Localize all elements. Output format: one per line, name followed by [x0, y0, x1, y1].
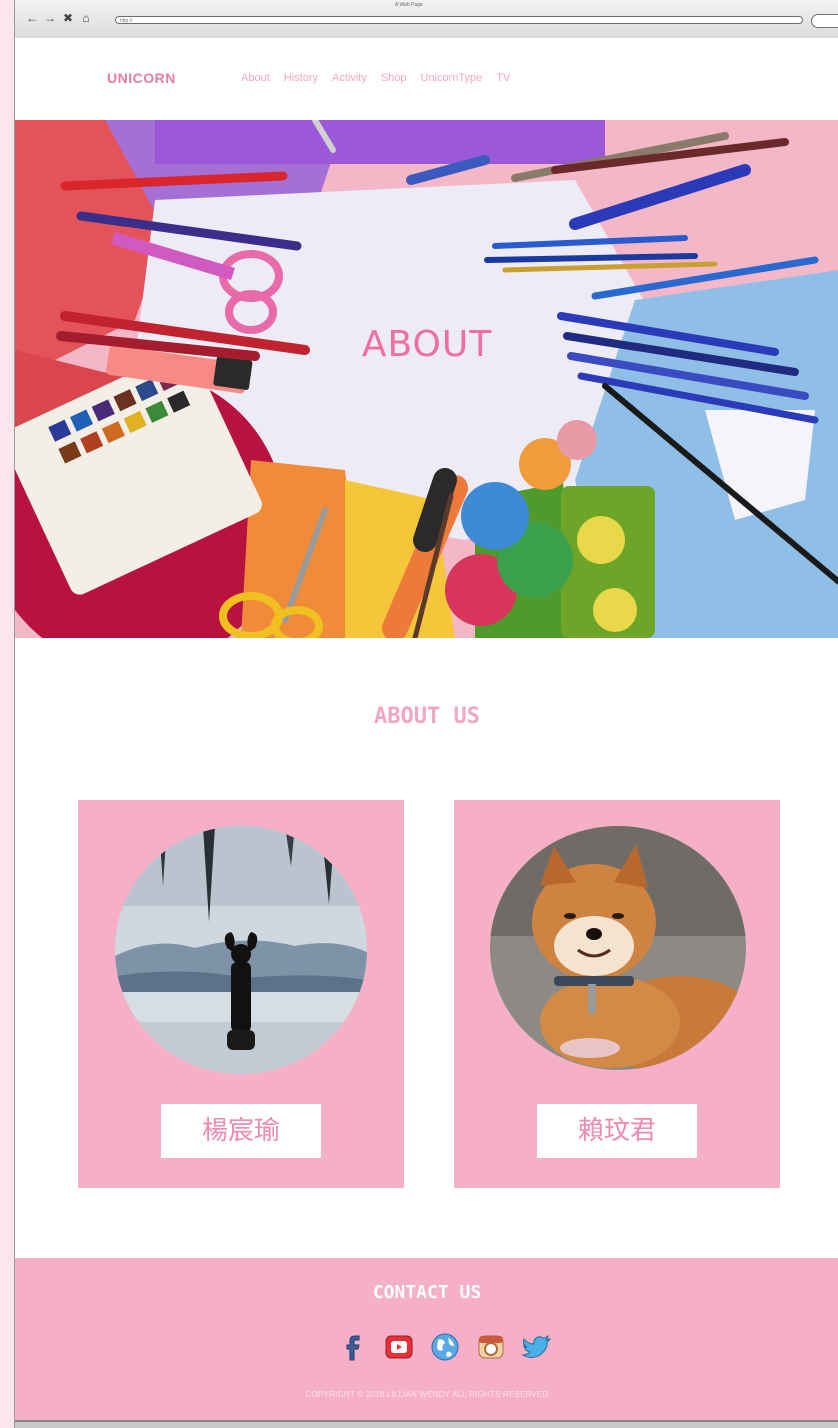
back-button[interactable]: ← [25, 12, 39, 24]
stationery-photo [15, 120, 838, 638]
twitter-icon[interactable] [521, 1330, 553, 1362]
contact-us-heading: CONTACT US [372, 1282, 482, 1303]
menu-item-about[interactable]: About [241, 72, 270, 84]
member-card: 賴玟君 [454, 800, 780, 1188]
footer: CONTACT US COPYRIGHT © 2018 LILLIAN WEND… [15, 1258, 838, 1420]
site-logo[interactable]: UNICORN [107, 70, 176, 86]
menu-item-history[interactable]: History [284, 72, 318, 84]
browser-nav-buttons: ← → ✖ ⌂ [25, 12, 93, 24]
menu-item-activity[interactable]: Activity [332, 72, 367, 84]
about-us-heading: ABOUT US [374, 704, 480, 729]
member-photo-shiba [490, 826, 746, 1070]
hero-title: ABOUT [361, 324, 493, 365]
site-header: UNICORN About History Activity Shop Unic… [15, 38, 838, 120]
menu-item-unicorntype[interactable]: UnicornType [421, 72, 483, 84]
browser-toolbar: A Web Page ← → ✖ ⌂ http:// [15, 0, 838, 40]
address-bar[interactable]: http:// [115, 16, 803, 24]
browser-window: A Web Page ← → ✖ ⌂ http:// UNICORN About… [14, 0, 838, 1428]
youtube-icon[interactable] [383, 1330, 415, 1362]
home-button[interactable]: ⌂ [79, 12, 93, 24]
avatar [115, 826, 367, 1074]
member-card: 楊宸瑜 [78, 800, 404, 1188]
window-bottom-edge [15, 1420, 838, 1428]
window-title: A Web Page [395, 2, 423, 8]
member-photo-lake [115, 826, 367, 1074]
search-field[interactable] [811, 14, 838, 28]
menu-item-tv[interactable]: TV [496, 72, 510, 84]
member-name: 楊宸瑜 [161, 1104, 321, 1158]
globe-icon[interactable] [429, 1330, 461, 1362]
hero-banner: ABOUT [15, 120, 838, 638]
main-menu: About History Activity Shop UnicornType … [241, 72, 524, 84]
instagram-icon[interactable] [475, 1330, 507, 1362]
member-name: 賴玟君 [537, 1104, 697, 1158]
social-links [337, 1330, 553, 1362]
avatar [490, 826, 746, 1070]
forward-button[interactable]: → [43, 12, 57, 24]
stop-button[interactable]: ✖ [61, 12, 75, 24]
facebook-icon[interactable] [337, 1330, 369, 1362]
copyright-text: COPYRIGHT © 2018 LILLIAN WENDY ALL RIGHT… [305, 1390, 549, 1399]
menu-item-shop[interactable]: Shop [381, 72, 407, 84]
